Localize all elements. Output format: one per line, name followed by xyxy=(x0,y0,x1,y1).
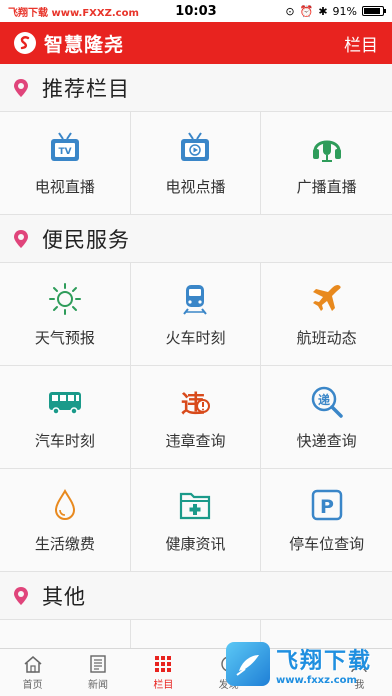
tile-label: 天气预报 xyxy=(34,328,95,347)
water-drop-icon xyxy=(47,487,83,523)
section-header-other: 其他 xyxy=(0,572,392,620)
status-right: ⊙ ⏰ ✱ 91% xyxy=(285,4,386,18)
section-title: 其他 xyxy=(42,584,86,609)
tile-label: 电视直播 xyxy=(34,177,95,196)
battery-percent: 91% xyxy=(332,4,357,18)
app-title: 智慧隆尧 xyxy=(44,33,125,56)
location-pin-icon xyxy=(14,229,28,248)
tile-label: 停车位查询 xyxy=(289,534,365,553)
watermark-title: 飞翔下载 xyxy=(276,648,373,674)
section-title: 便民服务 xyxy=(42,227,130,252)
channel-menu-button[interactable]: 栏目 xyxy=(344,31,378,56)
home-icon xyxy=(22,654,44,674)
tile-label: 生活缴费 xyxy=(34,534,95,553)
tile-radio-live[interactable]: 广播直播 xyxy=(261,112,392,215)
bluetooth-icon: ✱ xyxy=(318,4,328,18)
health-folder-icon xyxy=(177,487,213,523)
tab-label: 栏目 xyxy=(153,680,174,691)
app-header: 智慧隆尧 栏目 xyxy=(0,22,392,64)
tile-weather[interactable]: 天气预报 xyxy=(0,263,131,366)
watermark-url: www.fxxz.com xyxy=(276,674,357,686)
svg-text:TV: TV xyxy=(58,147,71,157)
recommended-grid: TV 电视直播 电视点播 广播直播 xyxy=(0,112,392,215)
alarm-icon: ⏰ xyxy=(299,4,314,18)
news-icon xyxy=(87,654,109,674)
tile-label: 航班动态 xyxy=(296,328,357,347)
services-grid: 天气预报 火车时刻 航班动态 汽车时刻 违 违章查询 递 快递查询 生活缴费 健… xyxy=(0,263,392,572)
tile-express[interactable]: 递 快递查询 xyxy=(261,366,392,469)
status-watermark: 飞翔下载 www.FXXZ.com xyxy=(8,4,139,19)
tile-label: 违章查询 xyxy=(165,431,226,450)
tab-label: 新闻 xyxy=(87,680,108,691)
status-bar: 飞翔下载 www.FXXZ.com 10:03 ⊙ ⏰ ✱ 91% xyxy=(0,0,392,22)
tab-home[interactable]: 首页 xyxy=(0,649,65,696)
brand: 智慧隆尧 xyxy=(14,30,124,57)
tile-flight[interactable]: 航班动态 xyxy=(261,263,392,366)
tile-label: 广播直播 xyxy=(296,177,357,196)
tile-utilities[interactable]: 生活缴费 xyxy=(0,469,131,572)
tab-channels[interactable]: 栏目 xyxy=(131,649,196,696)
train-icon xyxy=(177,281,213,317)
svg-text:递: 递 xyxy=(318,392,330,407)
tv-live-icon: TV xyxy=(47,130,83,166)
main-content[interactable]: 推荐栏目 TV 电视直播 电视点播 广播直播 便民服务 天气预报 火车时刻 航班… xyxy=(0,64,392,648)
battery-icon xyxy=(362,6,386,16)
svg-text:P: P xyxy=(320,496,334,518)
radio-headset-icon xyxy=(309,130,345,166)
bus-icon xyxy=(47,384,83,420)
section-header-services: 便民服务 xyxy=(0,215,392,263)
tile-label: 电视点播 xyxy=(165,177,226,196)
app-logo-icon xyxy=(14,32,36,54)
parking-icon: P xyxy=(309,487,345,523)
tile-label: 汽车时刻 xyxy=(34,431,95,450)
tile-other-1[interactable] xyxy=(0,620,131,648)
tile-parking[interactable]: P 停车位查询 xyxy=(261,469,392,572)
tv-vod-icon xyxy=(177,130,213,166)
source-watermark-text: 飞翔下载 www.FXXZ.com xyxy=(8,7,139,19)
express-icon: 递 xyxy=(309,384,345,420)
tile-violation[interactable]: 违 违章查询 xyxy=(130,366,262,469)
sun-icon xyxy=(47,281,83,317)
tab-news[interactable]: 新闻 xyxy=(65,649,130,696)
tile-train[interactable]: 火车时刻 xyxy=(130,263,262,366)
tile-label: 健康资讯 xyxy=(165,534,226,553)
watermark-text: 飞翔下载 www.fxxz.com xyxy=(276,643,372,686)
section-header-recommended: 推荐栏目 xyxy=(0,64,392,112)
tile-tv-live[interactable]: TV 电视直播 xyxy=(0,112,131,215)
tile-bus[interactable]: 汽车时刻 xyxy=(0,366,131,469)
location-pin-icon xyxy=(14,586,28,605)
tile-health[interactable]: 健康资讯 xyxy=(130,469,262,572)
tile-label: 快递查询 xyxy=(296,431,357,450)
violation-icon: 违 xyxy=(177,384,213,420)
download-site-watermark: 飞翔下载 www.fxxz.com xyxy=(220,632,392,696)
location-pin-icon xyxy=(14,78,28,97)
section-title: 推荐栏目 xyxy=(42,76,130,101)
airplane-icon xyxy=(309,281,345,317)
grid-icon xyxy=(152,654,174,674)
watermark-logo-icon xyxy=(226,642,270,686)
tile-label: 火车时刻 xyxy=(165,328,226,347)
lock-rotation-icon: ⊙ xyxy=(285,4,295,18)
tile-tv-vod[interactable]: 电视点播 xyxy=(130,112,262,215)
tab-label: 首页 xyxy=(22,680,43,691)
